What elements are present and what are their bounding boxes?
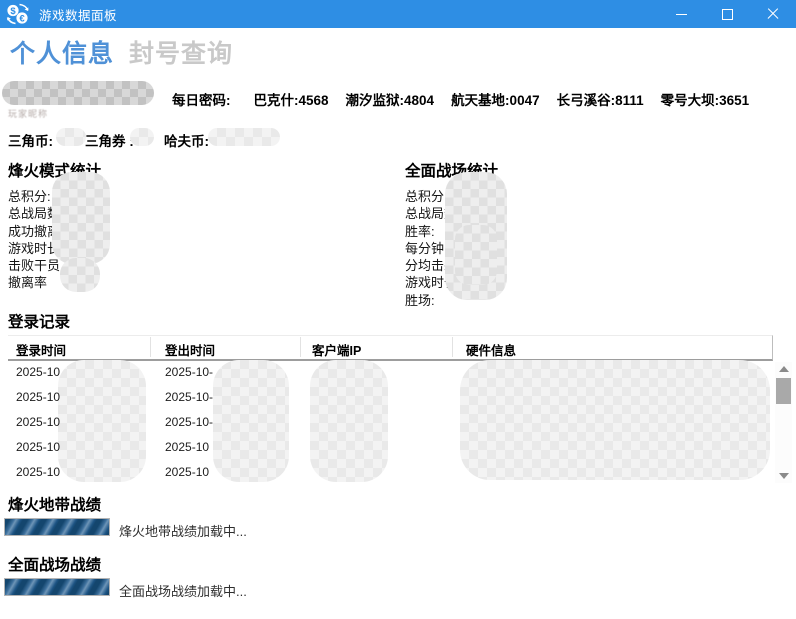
column-header-hardware[interactable]: 硬件信息 <box>466 340 516 359</box>
column-separator <box>452 337 453 357</box>
scrollbar-thumb[interactable] <box>776 378 791 404</box>
logout-time-cell: 2025-10- <box>165 390 213 404</box>
scroll-down-button[interactable] <box>775 469 792 483</box>
window-title: 游戏数据面板 <box>39 5 117 24</box>
password-entry: 零号大坝:3651 <box>661 89 750 109</box>
logout-time-cell: 2025-10- <box>165 415 213 429</box>
svg-text:€: € <box>19 13 25 24</box>
maximize-button[interactable] <box>704 0 750 28</box>
table-row[interactable]: 2025-10 2025-10- <box>8 415 772 435</box>
currency-label-triangle-coin: 三角币: <box>8 130 53 150</box>
table-scrollbar[interactable] <box>775 362 792 483</box>
password-entry: 潮汐监狱:4804 <box>346 89 435 109</box>
password-entry: 巴克什:4568 <box>254 89 329 109</box>
battlefield-progress-bar <box>4 578 110 596</box>
player-name-redacted <box>2 81 154 105</box>
table-row[interactable]: 2025-10 2025-10- <box>8 390 772 410</box>
fire-zone-progress-bar <box>4 518 110 536</box>
minimize-button[interactable] <box>658 0 704 28</box>
login-time-cell: 2025-10 <box>16 390 60 404</box>
scroll-up-icon <box>779 366 789 372</box>
password-entry: 航天基地:0047 <box>451 89 540 109</box>
currency-value-redacted <box>208 128 280 146</box>
currency-exchange-icon: $ € <box>6 3 30 25</box>
daily-password-label: 每日密码: <box>172 89 231 109</box>
titlebar: $ € 游戏数据面板 <box>0 0 796 28</box>
fire-zone-loading-status: 烽火地带战绩加载中... <box>119 521 247 540</box>
battlefield-results-title: 全面战场战绩 <box>8 553 101 575</box>
logout-time-cell: 2025-10 <box>165 465 209 479</box>
currency-label-havre-coin: 哈夫币: <box>164 130 209 150</box>
tab-bar: 个人信息 封号查询 <box>10 34 233 70</box>
currency-value-redacted <box>130 128 154 146</box>
login-records-header: 登录时间 登出时间 客户端IP 硬件信息 <box>8 335 773 361</box>
login-time-cell: 2025-10 <box>16 440 60 454</box>
stats-values-redacted <box>455 225 497 285</box>
battlefield-loading-status: 全面战场战绩加载中... <box>119 581 247 600</box>
close-button[interactable] <box>750 0 796 28</box>
svg-text:$: $ <box>10 6 16 17</box>
login-time-cell: 2025-10 <box>16 465 60 479</box>
logout-time-cell: 2025-10- <box>165 365 213 379</box>
currency-label-triangle-ticket: 三角券 : <box>85 130 134 150</box>
logout-time-cell: 2025-10 <box>165 440 209 454</box>
column-header-logout-time[interactable]: 登出时间 <box>165 340 215 359</box>
stats-values-redacted <box>60 258 100 292</box>
fire-zone-results-title: 烽火地带战绩 <box>8 493 101 515</box>
login-time-cell: 2025-10 <box>16 415 60 429</box>
column-separator <box>300 337 301 357</box>
stats-values-redacted <box>52 172 110 264</box>
login-records-body: 2025-10 2025-10- 2025-10 2025-10- 2025-1… <box>8 360 772 484</box>
scroll-down-icon <box>779 473 789 479</box>
tab-ban-query[interactable]: 封号查询 <box>129 34 233 70</box>
table-row[interactable]: 2025-10 2025-10 <box>8 465 772 485</box>
table-row[interactable]: 2025-10 2025-10- <box>8 365 772 385</box>
table-row[interactable]: 2025-10 2025-10 <box>8 440 772 460</box>
close-icon <box>767 8 779 20</box>
maximize-icon <box>722 9 733 20</box>
column-header-login-time[interactable]: 登录时间 <box>16 340 66 359</box>
column-separator <box>150 337 151 357</box>
minimize-icon <box>676 14 687 15</box>
scroll-up-button[interactable] <box>775 362 792 376</box>
login-records-title: 登录记录 <box>8 310 70 332</box>
column-header-client-ip[interactable]: 客户端IP <box>312 340 361 359</box>
window-controls <box>658 0 796 28</box>
password-entry: 长弓溪谷:8111 <box>557 89 644 109</box>
daily-password-bar: 每日密码: 巴克什:4568 潮汐监狱:4804 航天基地:0047 长弓溪谷:… <box>172 89 749 109</box>
player-nickname-caption: 玩家昵称 <box>8 107 48 120</box>
currency-value-redacted <box>56 128 86 146</box>
tab-personal-info[interactable]: 个人信息 <box>10 34 114 70</box>
login-time-cell: 2025-10 <box>16 365 60 379</box>
